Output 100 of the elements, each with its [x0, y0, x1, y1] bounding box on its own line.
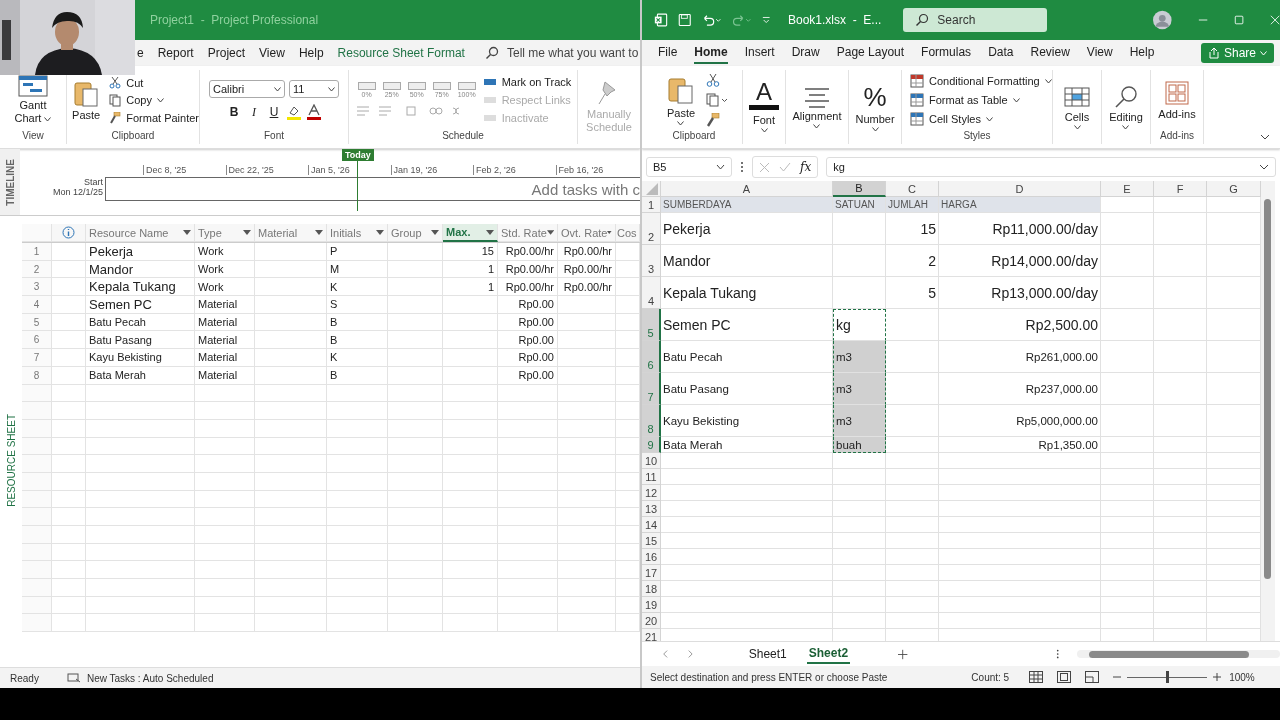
- table-cell[interactable]: SATUAN: [833, 197, 886, 213]
- empty-cell[interactable]: [1154, 533, 1207, 549]
- table-cell[interactable]: m3: [833, 373, 886, 405]
- empty-cell[interactable]: [1154, 341, 1207, 373]
- empty-cell[interactable]: [1101, 309, 1154, 341]
- row-header[interactable]: 2: [642, 213, 661, 245]
- empty-cell[interactable]: [886, 549, 939, 565]
- empty-cell[interactable]: [1154, 245, 1207, 277]
- info-column-header[interactable]: [52, 224, 86, 242]
- empty-cell[interactable]: [1101, 245, 1154, 277]
- check-icon[interactable]: [779, 162, 791, 172]
- empty-cell[interactable]: [1154, 213, 1207, 245]
- empty-cell[interactable]: [1154, 373, 1207, 405]
- table-cell[interactable]: kg: [833, 309, 886, 341]
- empty-cell[interactable]: [939, 453, 1101, 469]
- empty-cell[interactable]: [939, 501, 1101, 517]
- page-layout-icon[interactable]: [1057, 671, 1072, 683]
- column-header[interactable]: D: [939, 181, 1101, 197]
- copy-icon[interactable]: [706, 93, 728, 107]
- ribbon-tab[interactable]: Help: [1129, 42, 1155, 64]
- empty-cell[interactable]: [1101, 581, 1154, 597]
- empty-cell[interactable]: [833, 453, 886, 469]
- ribbon-tab[interactable]: File: [658, 42, 678, 64]
- empty-cell[interactable]: [1101, 453, 1154, 469]
- column-header[interactable]: B: [833, 181, 886, 197]
- editing-button[interactable]: Editing: [1109, 84, 1143, 130]
- ribbon-tab[interactable]: Resource Sheet Format: [337, 46, 465, 60]
- empty-cell[interactable]: [1154, 469, 1207, 485]
- ribbon-tab[interactable]: Help: [298, 46, 324, 60]
- empty-cell[interactable]: [1154, 405, 1207, 437]
- column-header[interactable]: Std. Rate: [498, 224, 558, 242]
- empty-cell[interactable]: [1101, 437, 1154, 453]
- page-break-icon[interactable]: [1085, 671, 1100, 683]
- close-icon[interactable]: [1269, 14, 1280, 26]
- alignment-button[interactable]: Alignment: [792, 85, 842, 129]
- format-button[interactable]: B: [226, 105, 242, 119]
- ribbon-tab[interactable]: Page Layout: [836, 42, 905, 64]
- empty-cell[interactable]: [1101, 485, 1154, 501]
- empty-cell[interactable]: [886, 613, 939, 629]
- empty-cell[interactable]: [1154, 485, 1207, 501]
- empty-cell[interactable]: [1154, 549, 1207, 565]
- empty-cell[interactable]: [1154, 197, 1207, 213]
- empty-cell[interactable]: [1101, 565, 1154, 581]
- vertical-scrollbar[interactable]: [1261, 181, 1275, 641]
- customize-menu-icon[interactable]: [761, 15, 770, 25]
- row-header[interactable]: 11: [642, 469, 661, 485]
- empty-cell[interactable]: [1101, 405, 1154, 437]
- empty-cell[interactable]: [939, 597, 1101, 613]
- select-all-button[interactable]: [642, 181, 661, 197]
- empty-cell[interactable]: [939, 565, 1101, 581]
- row-header[interactable]: 12: [642, 485, 661, 501]
- empty-cell[interactable]: [939, 469, 1101, 485]
- maximize-icon[interactable]: [1233, 14, 1244, 26]
- ribbon-tab[interactable]: Draw: [791, 42, 820, 64]
- empty-cell[interactable]: [939, 613, 1101, 629]
- table-cell[interactable]: Kepala Tukang: [661, 277, 833, 309]
- column-header[interactable]: Type: [195, 224, 255, 242]
- empty-cell[interactable]: [833, 597, 886, 613]
- empty-cell[interactable]: [1154, 565, 1207, 581]
- cells-button[interactable]: Cells: [1063, 84, 1091, 130]
- empty-cell[interactable]: [886, 597, 939, 613]
- empty-cell[interactable]: [833, 485, 886, 501]
- empty-cell[interactable]: [1101, 469, 1154, 485]
- table-cell[interactable]: Rp261,000.00: [939, 341, 1101, 373]
- more-icon[interactable]: [1055, 648, 1059, 660]
- dropdown-arrow-icon[interactable]: [376, 230, 384, 235]
- ribbon-tab[interactable]: Report: [157, 46, 194, 60]
- dropdown-arrow-icon[interactable]: [607, 230, 612, 235]
- table-cell[interactable]: Rp237,000.00: [939, 373, 1101, 405]
- sheet-tab[interactable]: Sheet2: [806, 644, 851, 664]
- format-painter-button[interactable]: Format Painter: [109, 111, 199, 124]
- add-ins-button[interactable]: Add-ins: [1158, 80, 1196, 120]
- empty-cell[interactable]: [833, 517, 886, 533]
- table-cell[interactable]: Pekerja: [661, 213, 833, 245]
- empty-cell[interactable]: [939, 549, 1101, 565]
- dropdown-arrow-icon[interactable]: [243, 230, 251, 235]
- cancel-icon[interactable]: [759, 161, 770, 173]
- copy-button[interactable]: Copy: [109, 93, 199, 107]
- empty-cell[interactable]: [833, 581, 886, 597]
- zoom-out-icon[interactable]: [1113, 673, 1122, 681]
- ribbon-tab[interactable]: View: [1086, 42, 1113, 64]
- number-button[interactable]: % Number: [855, 82, 895, 132]
- column-header[interactable]: E: [1101, 181, 1154, 197]
- table-cell[interactable]: 2: [886, 245, 939, 277]
- empty-cell[interactable]: [833, 565, 886, 581]
- share-button[interactable]: Share: [1200, 43, 1274, 63]
- row-header[interactable]: 5: [642, 309, 661, 341]
- empty-cell[interactable]: [886, 501, 939, 517]
- row-header[interactable]: 3: [642, 245, 661, 277]
- empty-cell[interactable]: [1101, 533, 1154, 549]
- empty-cell[interactable]: [939, 533, 1101, 549]
- empty-cell[interactable]: [886, 533, 939, 549]
- ribbon-tab[interactable]: Home: [694, 42, 728, 64]
- tell-me-field[interactable]: Tell me what you want to: [506, 46, 639, 60]
- empty-cell[interactable]: [1154, 277, 1207, 309]
- empty-cell[interactable]: [1101, 597, 1154, 613]
- column-header[interactable]: C: [886, 181, 939, 197]
- ribbon-tab[interactable]: Insert: [744, 42, 775, 64]
- insert-function-button[interactable]: fx: [800, 160, 812, 174]
- column-header[interactable]: A: [661, 181, 833, 197]
